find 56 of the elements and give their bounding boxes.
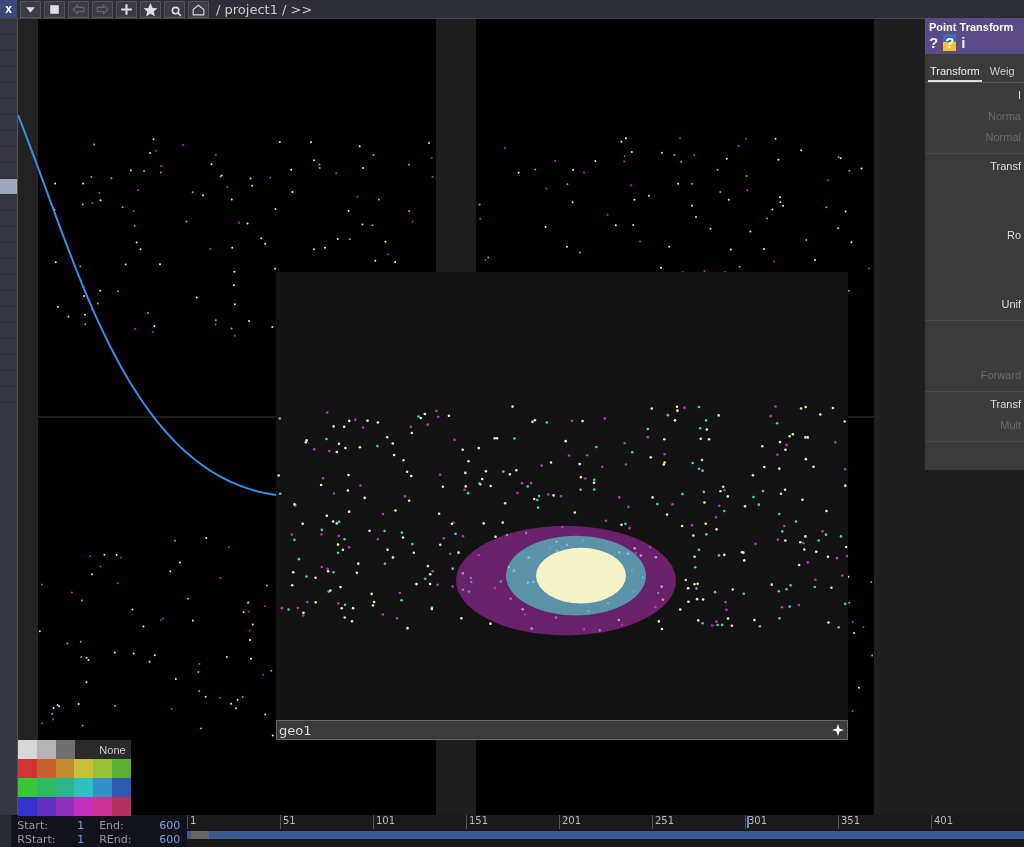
playhead-marker[interactable] bbox=[747, 816, 749, 828]
range-value[interactable]: 600 bbox=[159, 833, 181, 846]
color-swatch[interactable] bbox=[18, 778, 37, 797]
dropdown-icon[interactable] bbox=[20, 0, 41, 18]
stop-icon[interactable] bbox=[44, 0, 65, 18]
color-swatch[interactable] bbox=[74, 778, 94, 797]
viewer-label: geo1 bbox=[278, 722, 312, 738]
frame-tick: 51 bbox=[280, 815, 373, 829]
color-swatch[interactable] bbox=[112, 797, 131, 816]
range-value[interactable]: 1 bbox=[77, 819, 85, 832]
star-icon[interactable] bbox=[140, 0, 161, 18]
color-swatch[interactable] bbox=[18, 759, 37, 778]
color-swatch[interactable] bbox=[56, 740, 75, 759]
parameter-label: Unif bbox=[1001, 298, 1021, 310]
home-icon[interactable] bbox=[188, 0, 209, 18]
parameter-label: Transf bbox=[990, 160, 1021, 172]
parameter-label: Ro bbox=[1006, 229, 1021, 241]
color-swatch[interactable] bbox=[112, 759, 131, 778]
range-label: Start: bbox=[17, 819, 49, 832]
help-button[interactable]: i bbox=[961, 34, 966, 51]
panel-title: Point Transform bbox=[929, 21, 1015, 33]
color-swatch[interactable] bbox=[93, 778, 113, 797]
range-label: REnd: bbox=[99, 833, 133, 846]
color-swatch[interactable] bbox=[93, 759, 113, 778]
search-icon[interactable] bbox=[164, 0, 185, 18]
close-button[interactable]: x bbox=[0, 0, 17, 18]
color-swatch[interactable] bbox=[75, 740, 94, 759]
scroll-handle[interactable] bbox=[191, 831, 209, 839]
frame-tick: 101 bbox=[373, 815, 466, 829]
network-path[interactable]: / project1 / >> bbox=[216, 1, 313, 17]
frame-tick: 251 bbox=[652, 815, 745, 829]
color-swatch[interactable] bbox=[18, 797, 37, 816]
color-swatch[interactable] bbox=[37, 740, 56, 759]
parameter-tab[interactable]: Weig bbox=[987, 62, 1017, 82]
frame-tick: 401 bbox=[931, 815, 1024, 829]
color-swatch[interactable] bbox=[74, 797, 94, 816]
frame-tick: 1 bbox=[187, 815, 280, 829]
frame-tick: 151 bbox=[466, 815, 559, 829]
range-label: End: bbox=[99, 819, 125, 832]
plus-icon[interactable] bbox=[116, 0, 137, 18]
range-value[interactable]: 600 bbox=[159, 819, 181, 832]
color-swatch[interactable] bbox=[93, 797, 113, 816]
none-button[interactable]: None bbox=[94, 740, 131, 759]
help-button[interactable]: ? bbox=[929, 34, 939, 51]
timeline[interactable]: 1 51 101 151 201 251 301 351 401 bbox=[187, 815, 1024, 847]
range-label: RStart: bbox=[17, 833, 57, 846]
color-swatch[interactable] bbox=[112, 778, 131, 797]
color-swatch[interactable] bbox=[74, 759, 94, 778]
frame-tick: 351 bbox=[838, 815, 931, 829]
color-swatch[interactable] bbox=[18, 740, 37, 759]
frame-tick: 201 bbox=[559, 815, 652, 829]
parameter-label: Transf bbox=[990, 398, 1021, 410]
range-value[interactable]: 1 bbox=[77, 833, 85, 846]
sparkle-icon[interactable] bbox=[831, 723, 845, 737]
parameter-label: I bbox=[1017, 89, 1021, 101]
parameter-tab[interactable]: Transform bbox=[928, 62, 982, 82]
